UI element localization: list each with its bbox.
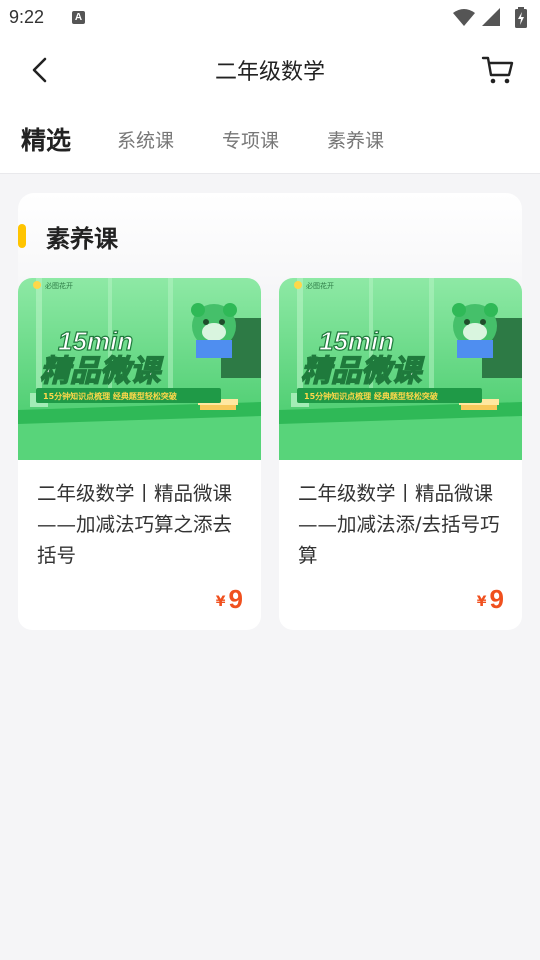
section-title: 素养课 xyxy=(46,225,118,253)
tab-featured[interactable]: 精选 xyxy=(21,121,71,157)
page-title: 二年级数学 xyxy=(214,60,325,85)
course-thumbnail: 必图花开 15min 精品微课 15分钟知识点梳理 经典题型轻松突破 xyxy=(18,278,261,460)
status-bar: 9:22 A xyxy=(0,0,540,36)
signal-icon xyxy=(482,8,500,26)
thumb-tagline: 15分钟知识点梳理 经典题型轻松突破 xyxy=(43,391,177,401)
price-currency: ¥ xyxy=(476,594,487,610)
a-icon: A xyxy=(72,11,85,24)
course-title: 二年级数学丨精品微课——加减法添/去括号巧算 xyxy=(298,482,500,567)
course-card[interactable]: 必图花开 15min 精品微课 15分钟知识点梳理 经典题型轻松突破 二年级数学… xyxy=(18,278,261,630)
tab-special-course[interactable]: 专项课 xyxy=(222,126,279,153)
thumb-subheadline: 精品微课 xyxy=(301,354,425,389)
tab-bar: 精选 系统课 专项课 素养课 xyxy=(0,104,540,174)
thumb-tagline: 15分钟知识点梳理 经典题型轻松突破 xyxy=(304,391,438,401)
section-accent-bar xyxy=(18,224,26,248)
course-price: ¥9 xyxy=(477,584,504,615)
cart-icon xyxy=(481,56,514,84)
thumb-headline: 15min xyxy=(319,326,394,356)
course-title: 二年级数学丨精品微课——加减法巧算之添去括号 xyxy=(37,482,233,567)
thumb-headline: 15min xyxy=(58,326,133,356)
battery-icon xyxy=(515,7,527,28)
price-value: 9 xyxy=(228,584,243,614)
tab-literacy-course[interactable]: 素养课 xyxy=(327,126,384,153)
status-icons xyxy=(452,6,532,30)
thumb-brand: 必图花开 xyxy=(306,281,334,290)
wifi-icon xyxy=(453,9,475,26)
tab-system-course[interactable]: 系统课 xyxy=(117,126,174,153)
thumb-brand: 必图花开 xyxy=(45,281,73,290)
course-card[interactable]: 必图花开 15min 精品微课 15分钟知识点梳理 经典题型轻松突破 二年级数学… xyxy=(279,278,522,630)
app-header: 二年级数学 xyxy=(0,36,540,104)
status-time: 9:22 xyxy=(9,7,45,27)
cart-button[interactable] xyxy=(478,50,518,90)
price-currency: ¥ xyxy=(215,594,226,610)
price-value: 9 xyxy=(489,584,504,614)
course-price: ¥9 xyxy=(216,584,243,615)
course-thumbnail: 必图花开 15min 精品微课 15分钟知识点梳理 经典题型轻松突破 xyxy=(279,278,522,460)
thumb-subheadline: 精品微课 xyxy=(40,354,164,389)
